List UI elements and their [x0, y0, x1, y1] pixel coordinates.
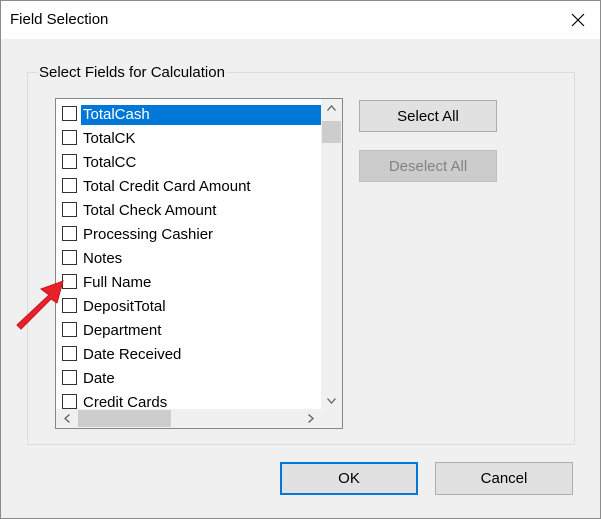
- field-checkbox[interactable]: [62, 154, 77, 169]
- field-list-item[interactable]: Notes: [56, 246, 321, 270]
- title-bar: Field Selection: [1, 1, 600, 39]
- field-checkbox[interactable]: [62, 394, 77, 409]
- red-arrow-annotation-icon: [16, 280, 64, 330]
- field-label: TotalCash: [81, 105, 321, 125]
- field-list-item[interactable]: Processing Cashier: [56, 222, 321, 246]
- field-checkbox[interactable]: [62, 202, 77, 217]
- field-label: TotalCK: [83, 130, 136, 147]
- scroll-down-arrow-icon[interactable]: [321, 392, 342, 409]
- field-checkbox[interactable]: [62, 370, 77, 385]
- fields-list-rows: TotalCash TotalCK TotalCC Total Credit Card…: [56, 99, 321, 409]
- field-label: TotalCC: [83, 154, 137, 171]
- groupbox-label: Select Fields for Calculation: [37, 64, 227, 81]
- window-title: Field Selection: [10, 11, 109, 28]
- field-list-item[interactable]: TotalCC: [56, 150, 321, 174]
- fields-checklist[interactable]: TotalCash TotalCK TotalCC Total Credit Card…: [55, 98, 343, 429]
- close-icon: [571, 13, 585, 27]
- cancel-button[interactable]: Cancel: [435, 462, 573, 495]
- field-checkbox[interactable]: [62, 226, 77, 241]
- field-label: Total Check Amount: [83, 202, 217, 219]
- field-label: Credit Cards: [83, 394, 168, 409]
- vertical-scroll-thumb[interactable]: [322, 121, 341, 143]
- field-checkbox[interactable]: [62, 130, 77, 145]
- field-checkbox[interactable]: [62, 106, 77, 121]
- close-button[interactable]: [556, 1, 600, 39]
- field-list-item[interactable]: Total Check Amount: [56, 198, 321, 222]
- field-label: Total Credit Card Amount: [83, 178, 251, 195]
- horizontal-scroll-thumb[interactable]: [78, 410, 171, 427]
- field-selection-dialog: Field Selection Select Fields for Calcul…: [0, 0, 601, 519]
- scroll-up-arrow-icon[interactable]: [321, 99, 342, 116]
- field-label: DepositTotal: [83, 298, 166, 315]
- field-list-item[interactable]: DepositTotal: [56, 294, 321, 318]
- field-list-item[interactable]: Full Name: [56, 270, 321, 294]
- field-list-item[interactable]: TotalCK: [56, 126, 321, 150]
- field-list-item[interactable]: Department: [56, 318, 321, 342]
- field-label: Department: [83, 322, 162, 339]
- vertical-scrollbar[interactable]: [321, 99, 342, 409]
- select-all-button[interactable]: Select All: [359, 100, 497, 132]
- field-list-item[interactable]: TotalCash: [56, 102, 321, 126]
- field-checkbox[interactable]: [62, 250, 77, 265]
- field-list-item[interactable]: Date Received: [56, 342, 321, 366]
- field-checkbox[interactable]: [62, 346, 77, 361]
- field-list-item[interactable]: Total Credit Card Amount: [56, 174, 321, 198]
- deselect-all-button[interactable]: Deselect All: [359, 150, 497, 182]
- horizontal-scrollbar[interactable]: [56, 409, 321, 428]
- field-checkbox[interactable]: [62, 178, 77, 193]
- field-list-item[interactable]: Date: [56, 366, 321, 390]
- ok-button[interactable]: OK: [280, 462, 418, 495]
- field-label: Date: [83, 370, 115, 387]
- field-list-item[interactable]: Credit Cards: [56, 390, 321, 409]
- scroll-right-arrow-icon[interactable]: [300, 410, 321, 427]
- scroll-left-arrow-icon[interactable]: [56, 410, 77, 427]
- field-label: Date Received: [83, 346, 182, 363]
- field-label: Notes: [83, 250, 123, 267]
- scrollbar-corner: [321, 409, 342, 428]
- field-label: Processing Cashier: [83, 226, 214, 243]
- field-label: Full Name: [83, 274, 152, 291]
